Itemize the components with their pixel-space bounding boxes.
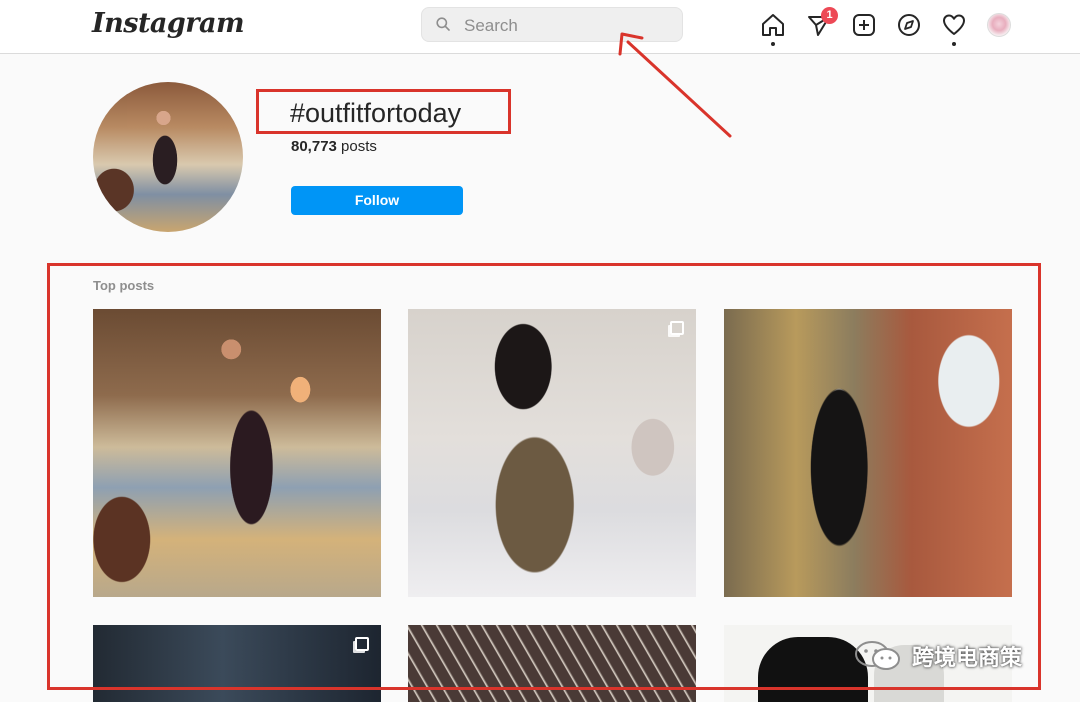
search-input[interactable]: Search (421, 7, 683, 42)
annotation-box-hashtag (256, 89, 511, 134)
post-count-number: 80,773 (291, 138, 337, 155)
post-count-suffix: posts (336, 138, 377, 155)
activity-icon[interactable] (941, 12, 967, 38)
watermark: 跨境电商策 (852, 636, 1022, 676)
instagram-logo[interactable]: Instagram (92, 8, 245, 39)
new-post-icon[interactable] (851, 12, 877, 38)
watermark-text: 跨境电商策 (912, 646, 1023, 671)
explore-icon[interactable] (896, 12, 922, 38)
home-icon[interactable] (760, 12, 786, 38)
activity-dot (952, 42, 956, 46)
follow-button[interactable]: Follow (291, 186, 463, 215)
direct-badge: 1 (821, 7, 838, 24)
profile-avatar[interactable] (987, 13, 1011, 37)
hashtag-cover-image (93, 82, 243, 232)
wechat-icon (855, 641, 900, 670)
home-active-dot (771, 42, 775, 46)
post-count: 80,773 posts (291, 138, 377, 155)
annotation-box-top-posts (47, 263, 1041, 690)
top-nav-bar: Instagram Search 1 (0, 0, 1080, 54)
search-placeholder: Search (464, 16, 518, 35)
search-icon (436, 17, 450, 31)
